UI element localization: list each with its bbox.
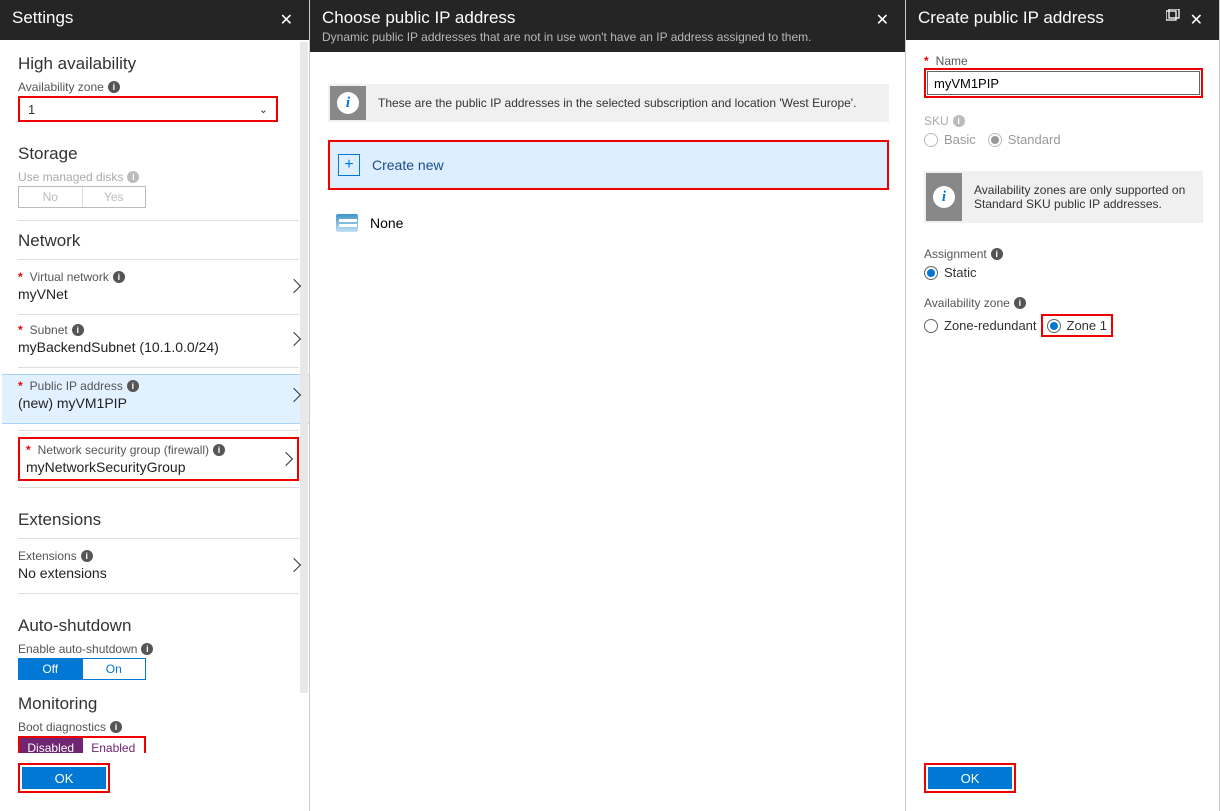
managed-disks-toggle: No Yes bbox=[18, 186, 146, 208]
create-ip-title: Create public IP address bbox=[918, 8, 1104, 28]
no-button: No bbox=[19, 187, 82, 207]
availability-zone-label: Availability zone i bbox=[18, 80, 299, 94]
chevron-right-icon bbox=[279, 452, 293, 466]
virtual-network-row[interactable]: *Virtual network i myVNet bbox=[18, 268, 299, 308]
bootdiag-toggle[interactable]: Disabled Enabled bbox=[18, 736, 146, 753]
high-availability-section: High availability bbox=[18, 54, 299, 74]
choose-ip-blade: Choose public IP address Dynamic public … bbox=[310, 0, 906, 811]
close-icon[interactable]: ✕ bbox=[276, 8, 297, 32]
info-icon: i bbox=[72, 324, 84, 336]
ok-button[interactable]: OK bbox=[22, 767, 106, 789]
assignment-label: Assignment i bbox=[924, 247, 1203, 261]
public-ip-row[interactable]: *Public IP address i (new) myVM1PIP bbox=[2, 374, 309, 424]
yes-button: Yes bbox=[82, 187, 146, 207]
create-ip-header: Create public IP address ✕ bbox=[906, 0, 1219, 40]
chevron-down-icon: ⌄ bbox=[259, 103, 268, 116]
info-icon: i bbox=[953, 115, 965, 127]
settings-blade: Settings ✕ High availability Availabilit… bbox=[0, 0, 310, 811]
subnet-row[interactable]: *Subnet i myBackendSubnet (10.1.0.0/24) bbox=[18, 321, 299, 361]
extensions-row[interactable]: Extensions i No extensions bbox=[18, 547, 299, 587]
monitoring-section: Monitoring bbox=[18, 694, 299, 714]
none-icon bbox=[336, 214, 358, 232]
close-icon[interactable]: ✕ bbox=[1186, 8, 1207, 32]
info-icon: i bbox=[113, 271, 125, 283]
enable-auto-shutdown-label: Enable auto-shutdown i bbox=[18, 642, 299, 656]
auto-shutdown-section: Auto-shutdown bbox=[18, 616, 299, 636]
sku-group: Basic Standard bbox=[924, 132, 1203, 147]
standard-radio bbox=[988, 133, 1002, 147]
on-button[interactable]: On bbox=[82, 659, 146, 679]
info-icon: i bbox=[81, 550, 93, 562]
az-group: Zone-redundant Zone 1 bbox=[924, 314, 1203, 337]
info-icon[interactable]: i bbox=[127, 171, 139, 183]
name-input[interactable] bbox=[927, 71, 1200, 95]
zone1-radio[interactable] bbox=[1047, 319, 1061, 333]
sku-label: SKU i bbox=[924, 114, 1203, 128]
choose-ip-header: Choose public IP address Dynamic public … bbox=[310, 0, 905, 52]
close-icon[interactable]: ✕ bbox=[872, 8, 893, 32]
storage-section: Storage bbox=[18, 144, 299, 164]
info-icon[interactable]: i bbox=[1014, 297, 1026, 309]
az-info-banner: i Availability zones are only supported … bbox=[924, 171, 1203, 223]
settings-title: Settings bbox=[12, 8, 73, 28]
settings-body: High availability Availability zone i 1 … bbox=[0, 40, 309, 753]
zone-redundant-radio[interactable] bbox=[924, 319, 938, 333]
create-new-highlight: + Create new bbox=[328, 140, 889, 190]
choose-ip-body: i These are the public IP addresses in t… bbox=[310, 52, 905, 811]
create-ip-blade: Create public IP address ✕ *Name SKU i B… bbox=[906, 0, 1220, 811]
extensions-section: Extensions bbox=[18, 510, 299, 530]
use-managed-disks-label: Use managed disks i bbox=[18, 170, 299, 184]
network-section: Network bbox=[18, 231, 299, 251]
create-ip-footer: OK bbox=[906, 753, 1219, 811]
name-label: *Name bbox=[924, 54, 1203, 68]
info-icon[interactable]: i bbox=[991, 248, 1003, 260]
ok-button[interactable]: OK bbox=[928, 767, 1012, 789]
plus-icon: + bbox=[338, 154, 360, 176]
disabled-button[interactable]: Disabled bbox=[20, 738, 82, 753]
basic-radio bbox=[924, 133, 938, 147]
info-icon: i bbox=[213, 444, 225, 456]
maximize-icon[interactable] bbox=[1166, 8, 1180, 32]
info-icon: i bbox=[933, 186, 955, 208]
settings-footer: OK bbox=[0, 753, 309, 811]
info-icon[interactable]: i bbox=[108, 81, 120, 93]
create-new-item[interactable]: + Create new bbox=[330, 142, 887, 188]
info-banner: i These are the public IP addresses in t… bbox=[328, 84, 889, 122]
az-label: Availability zone i bbox=[924, 296, 1203, 310]
boot-diag-label: Boot diagnostics i bbox=[18, 720, 299, 734]
none-item[interactable]: None bbox=[328, 202, 889, 244]
autoshutdown-toggle[interactable]: Off On bbox=[18, 658, 146, 680]
create-ip-body: *Name SKU i Basic Standard i Availabilit… bbox=[906, 40, 1219, 753]
availability-zone-select[interactable]: 1 ⌄ bbox=[18, 96, 278, 122]
choose-ip-title: Choose public IP address bbox=[322, 8, 811, 28]
info-icon: i bbox=[337, 92, 359, 114]
info-icon[interactable]: i bbox=[110, 721, 122, 733]
settings-header: Settings ✕ bbox=[0, 0, 309, 40]
info-icon[interactable]: i bbox=[141, 643, 153, 655]
info-icon: i bbox=[127, 380, 139, 392]
choose-ip-subtitle: Dynamic public IP addresses that are not… bbox=[322, 30, 811, 44]
static-radio[interactable] bbox=[924, 266, 938, 280]
off-button[interactable]: Off bbox=[19, 659, 82, 679]
nsg-row[interactable]: *Network security group (firewall) i myN… bbox=[18, 437, 299, 481]
enabled-button[interactable]: Enabled bbox=[82, 738, 145, 753]
